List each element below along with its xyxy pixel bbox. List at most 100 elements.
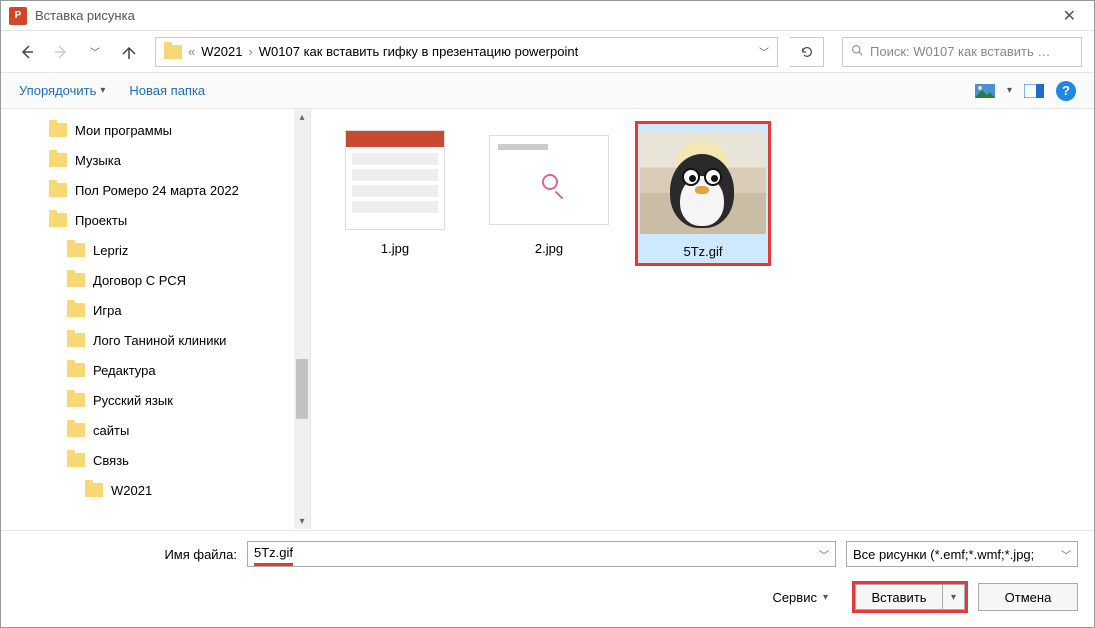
nav-recent-button[interactable]: ﹀ [81,38,109,66]
chevron-down-icon: ▾ [823,592,828,603]
view-mode-button[interactable] [973,81,997,101]
insert-button[interactable]: Вставить [855,584,943,610]
folder-icon [67,393,85,407]
service-label: Сервис [772,590,817,605]
tree-item[interactable]: Редактура [1,355,310,385]
tree-item[interactable]: Договор С РСЯ [1,265,310,295]
arrow-up-icon [121,44,137,60]
service-menu[interactable]: Сервис ▾ [772,590,828,605]
filename-label: Имя файла: [17,547,237,562]
search-icon [851,44,864,60]
tree-item[interactable]: Лого Таниной клиники [1,325,310,355]
nav-bar: ﹀ « W2021 › W0107 как вставить гифку в п… [1,31,1094,73]
tree-item[interactable]: Русский язык [1,385,310,415]
tree-item-label: Мои программы [75,123,172,138]
folder-icon [67,453,85,467]
folder-icon [49,123,67,137]
tree-item[interactable]: Пол Ромеро 24 марта 2022 [1,175,310,205]
window-close-button[interactable]: ✕ [1053,2,1086,30]
tree-item-label: Редактура [93,363,156,378]
insert-dropdown[interactable]: ▾ [943,584,965,610]
address-dropdown[interactable]: ﹀ [759,44,769,59]
tree-item[interactable]: W2021 [1,475,310,505]
cancel-button[interactable]: Отмена [978,583,1078,611]
title-bar: P Вставка рисунка ✕ [1,1,1094,31]
refresh-button[interactable] [790,37,824,67]
tree-item[interactable]: Lepriz [1,235,310,265]
tree-scrollbar[interactable]: ▴ ▾ [294,109,310,529]
filename-value: 5Tz.gif [254,543,293,566]
folder-icon [67,423,85,437]
tree-item[interactable]: сайты [1,415,310,445]
chevron-down-icon: ▾ [100,85,105,96]
pane-icon [1024,84,1044,98]
filename-dropdown[interactable]: ﹀ [819,547,829,562]
insert-split-button: Вставить ▾ [852,581,968,613]
folder-tree: Мои программы Музыка Пол Ромеро 24 марта… [1,109,311,529]
tree-item-label: Лого Таниной клиники [93,333,226,348]
tree-item[interactable]: Проекты [1,205,310,235]
file-item[interactable]: 2.jpg [481,121,617,260]
folder-icon [49,153,67,167]
tree-item-label: сайты [93,423,129,438]
tree-item[interactable]: Связь [1,445,310,475]
scroll-thumb[interactable] [296,359,308,419]
window-title: Вставка рисунка [35,8,1053,23]
tree-item-label: W2021 [111,483,152,498]
filetype-select[interactable]: Все рисунки (*.emf;*.wmf;*.jpg; ﹀ [846,541,1078,567]
bottom-panel: Имя файла: 5Tz.gif ﹀ Все рисунки (*.emf;… [1,530,1094,627]
folder-icon [67,333,85,347]
tree-item-label: Пол Ромеро 24 марта 2022 [75,183,239,198]
file-name: 1.jpg [381,241,409,256]
scroll-up-icon[interactable]: ▴ [294,109,310,125]
file-list: 1.jpg 2.jpg 5Tz.gif [311,109,1094,529]
address-bar[interactable]: « W2021 › W0107 как вставить гифку в пре… [155,37,778,67]
folder-icon [164,45,182,59]
tree-item-label: Проекты [75,213,127,228]
file-thumbnail [331,125,459,235]
file-thumbnail [639,128,767,238]
folder-icon [67,273,85,287]
folder-icon [85,483,103,497]
command-bar: Упорядочить ▾ Новая папка ▾ ? [1,73,1094,109]
nav-back-button[interactable] [13,38,41,66]
tree-item[interactable]: Музыка [1,145,310,175]
file-item-selected[interactable]: 5Tz.gif [635,121,771,266]
breadcrumb-segment[interactable]: W0107 как вставить гифку в презентацию p… [259,44,578,59]
organize-menu[interactable]: Упорядочить ▾ [19,83,105,98]
help-button[interactable]: ? [1056,81,1076,101]
scroll-down-icon[interactable]: ▾ [294,513,310,529]
tree-item-label: Lepriz [93,243,128,258]
chevron-down-icon: ▾ [951,592,956,603]
tree-item[interactable]: Игра [1,295,310,325]
preview-pane-button[interactable] [1022,81,1046,101]
tree-item-label: Музыка [75,153,121,168]
filetype-label: Все рисунки (*.emf;*.wmf;*.jpg; [853,547,1034,562]
folder-icon [67,363,85,377]
file-item[interactable]: 1.jpg [327,121,463,260]
search-placeholder: Поиск: W0107 как вставить … [870,44,1073,59]
nav-up-button[interactable] [115,38,143,66]
chevron-down-icon: ﹀ [1061,547,1071,562]
arrow-left-icon [19,44,35,60]
filename-input[interactable]: 5Tz.gif ﹀ [247,541,836,567]
arrow-right-icon [53,44,69,60]
app-icon: P [9,7,27,25]
tree-item-label: Связь [93,453,129,468]
crumb-prefix: « [188,44,195,59]
breadcrumb-segment[interactable]: W2021 [201,44,242,59]
new-folder-button[interactable]: Новая папка [129,83,205,98]
nav-forward-button[interactable] [47,38,75,66]
folder-icon [67,243,85,257]
tree-item-label: Русский язык [93,393,173,408]
body-area: Мои программы Музыка Пол Ромеро 24 марта… [1,109,1094,529]
tree-item[interactable]: Мои программы [1,115,310,145]
view-mode-dropdown[interactable]: ▾ [1007,85,1012,96]
chevron-down-icon: ﹀ [90,44,100,59]
folder-icon [49,183,67,197]
folder-icon [67,303,85,317]
tree-item-label: Игра [93,303,122,318]
organize-label: Упорядочить [19,83,96,98]
search-input[interactable]: Поиск: W0107 как вставить … [842,37,1082,67]
file-name: 5Tz.gif [683,244,722,259]
